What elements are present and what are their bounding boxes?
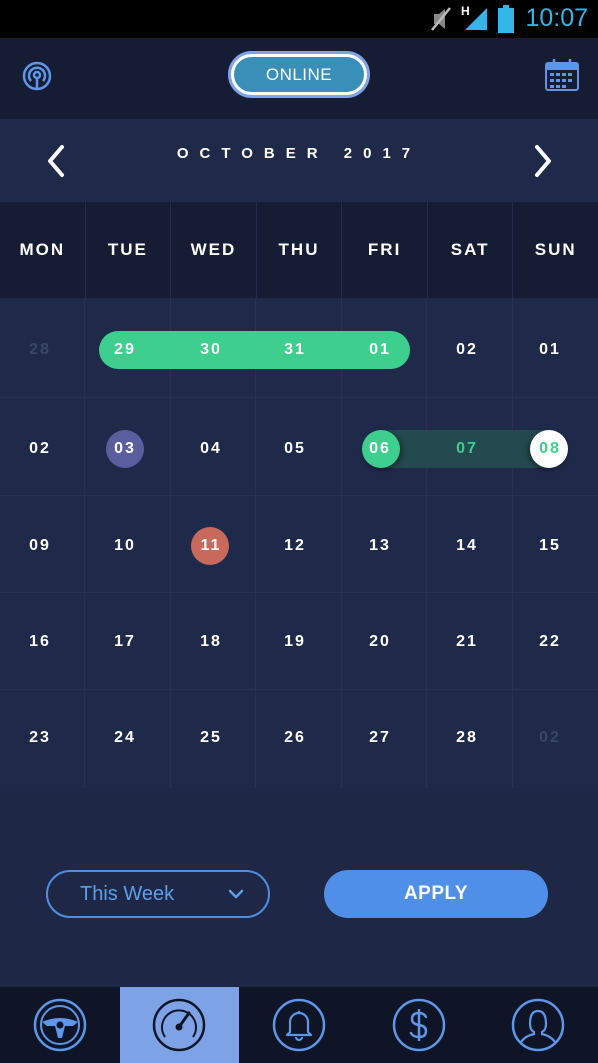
calendar-day[interactable]: 11 <box>181 526 241 566</box>
calendar-day[interactable]: 09 <box>10 526 70 566</box>
tab-drive[interactable] <box>0 987 120 1063</box>
calendar-day[interactable]: 04 <box>181 429 241 469</box>
weekday-sat: SAT <box>428 202 514 298</box>
calendar-day[interactable]: 26 <box>265 718 325 758</box>
tab-profile[interactable] <box>478 987 598 1063</box>
weekday-sun: SUN <box>534 240 577 259</box>
calendar-day[interactable]: 07 <box>437 429 497 469</box>
calendar-day[interactable]: 17 <box>95 622 155 662</box>
calendar-day[interactable]: 02 <box>10 429 70 469</box>
calendar-day[interactable]: 10 <box>95 526 155 566</box>
mute-icon <box>431 7 451 31</box>
grid-row-divider <box>0 689 598 690</box>
tab-alerts[interactable] <box>239 987 359 1063</box>
grid-row-divider <box>0 592 598 593</box>
calendar-day[interactable]: 28 <box>437 718 497 758</box>
calendar-day[interactable]: 30 <box>181 330 241 370</box>
chevron-down-icon <box>228 889 244 899</box>
month-navigation: OCTOBER 2017 <box>0 119 598 202</box>
apply-button[interactable]: APPLY <box>324 870 548 918</box>
calendar-day[interactable]: 24 <box>95 718 155 758</box>
calendar-day[interactable]: 15 <box>520 526 580 566</box>
weekday-mon: MON <box>0 202 86 298</box>
app-header: ONLINE <box>0 38 598 119</box>
user-icon <box>511 998 565 1052</box>
tab-speed[interactable] <box>119 987 240 1063</box>
calendar-day[interactable]: 02 <box>437 330 497 370</box>
calendar-day[interactable]: 12 <box>265 526 325 566</box>
calendar-day[interactable]: 27 <box>350 718 410 758</box>
dollar-icon <box>392 998 445 1052</box>
grid-row-divider <box>0 495 598 496</box>
speedometer-icon <box>153 998 206 1052</box>
calendar-day[interactable]: 22 <box>520 622 580 662</box>
weekday-tue: TUE <box>86 202 172 298</box>
calendar-day[interactable]: 31 <box>265 330 325 370</box>
grid-row-divider <box>0 397 598 398</box>
calendar-day[interactable]: 20 <box>350 622 410 662</box>
period-dropdown-value: This Week <box>80 882 175 905</box>
signal-icon <box>465 8 487 30</box>
chevron-right-icon[interactable] <box>527 141 557 181</box>
grid-column-divider <box>84 298 85 788</box>
calendar-grid: 28 29 30 31 01 02 01 02 03 04 05 06 07 08 09 10 11 12 13 14… <box>0 298 598 788</box>
period-dropdown[interactable]: This Week <box>46 870 270 918</box>
calendar-day[interactable]: 05 <box>265 429 325 469</box>
month-title: OCTOBER 2017 <box>176 145 422 162</box>
calendar-day[interactable]: 23 <box>10 718 70 758</box>
tab-payments[interactable] <box>359 987 479 1063</box>
calendar-day[interactable]: 14 <box>437 526 497 566</box>
online-status-button[interactable]: ONLINE <box>228 51 370 98</box>
status-bar: H 10:07 <box>0 0 598 38</box>
weekday-header: MON TUE WED THU FRI SAT SUN <box>0 202 598 298</box>
weekday-fri: FRI <box>342 202 428 298</box>
broadcast-icon[interactable] <box>21 60 53 94</box>
bottom-tab-bar <box>0 987 598 1063</box>
calendar-day[interactable]: 13 <box>350 526 410 566</box>
online-status-label: ONLINE <box>234 57 364 92</box>
grid-column-divider <box>512 298 513 788</box>
steering-wheel-icon <box>33 998 87 1052</box>
calendar-day[interactable]: 29 <box>95 330 155 370</box>
grid-column-divider <box>426 298 427 788</box>
calendar-day[interactable]: 02 <box>520 718 580 758</box>
calendar-day[interactable]: 06 <box>350 429 410 469</box>
calendar-day[interactable]: 16 <box>10 622 70 662</box>
battery-icon <box>498 5 514 33</box>
calendar-icon[interactable] <box>545 59 579 91</box>
grid-column-divider <box>255 298 256 788</box>
grid-column-divider <box>341 298 342 788</box>
bell-icon <box>272 998 326 1052</box>
calendar-day[interactable]: 01 <box>520 330 580 370</box>
calendar-day[interactable]: 21 <box>437 622 497 662</box>
weekday-wed: WED <box>171 202 257 298</box>
grid-column-divider <box>170 298 171 788</box>
calendar-day[interactable]: 01 <box>350 330 410 370</box>
weekday-thu: THU <box>257 202 343 298</box>
calendar-day[interactable]: 18 <box>181 622 241 662</box>
calendar-day[interactable]: 19 <box>265 622 325 662</box>
calendar-day[interactable]: 28 <box>10 330 70 370</box>
calendar-day[interactable]: 25 <box>181 718 241 758</box>
calendar-day[interactable]: 03 <box>95 429 155 469</box>
calendar-day[interactable]: 08 <box>520 429 580 469</box>
clock: 10:07 <box>525 4 588 32</box>
